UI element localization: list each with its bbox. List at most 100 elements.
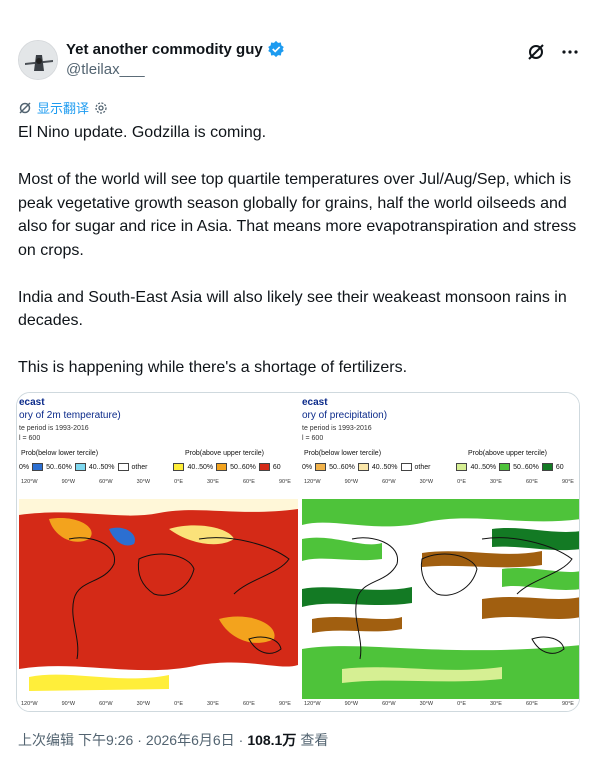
legend-label: 40..50% (88, 463, 115, 471)
lon-label: 30°W (136, 701, 151, 707)
legend-label: 50..60% (230, 463, 256, 471)
legend-label: other (414, 463, 431, 471)
lon-label: 90°W (344, 701, 359, 707)
precipitation-map (302, 499, 579, 699)
legend-swatch (216, 463, 228, 471)
legend-swatch (173, 463, 185, 471)
legend-swatch (541, 463, 553, 471)
legend-label: 40..50% (187, 463, 214, 471)
lon-label: 30°W (419, 479, 434, 485)
lon-label: 30°E (206, 701, 219, 707)
prob-above-label: Prob(above upper tercile) (185, 450, 264, 457)
settings-gear-icon[interactable] (94, 101, 108, 115)
legend-swatch (32, 463, 44, 471)
legend-swatch (357, 463, 369, 471)
grok-translate-icon (19, 101, 31, 114)
legend-label: 40..50% (371, 463, 398, 471)
grok-icon[interactable] (526, 42, 546, 62)
lon-label: 30°W (136, 479, 151, 485)
legend-swatch (456, 463, 468, 471)
lon-label: 60°W (99, 701, 113, 707)
post-time[interactable]: 下午9:26 (78, 730, 133, 750)
legend-swatch (499, 463, 511, 471)
prob-above-label: Prob(above upper tercile) (468, 450, 547, 457)
longitude-axis-top: 120°W 90°W 60°W 30°W 0°E 30°E 60°E 90°E (21, 479, 291, 485)
translate-row: 显示翻译 (18, 98, 108, 117)
longitude-axis-bottom: 120°W 90°W 60°W 30°W 0°E 30°E 60°E 90°E (21, 701, 291, 707)
precipitation-forecast-panel: ecast ory of precipitation) te period is… (300, 393, 579, 711)
tweet-paragraph: Most of the world will see top quartile … (18, 171, 577, 259)
temperature-map (19, 499, 298, 699)
tweet-header: Yet another commodity guy @tleilax___ (16, 38, 584, 82)
legend-label: other (131, 463, 148, 471)
lon-label: 60°E (525, 701, 538, 707)
view-count: 108.1万 (247, 732, 297, 748)
lon-label: 60°W (382, 701, 396, 707)
lon-label: 120°W (21, 701, 38, 707)
legend-swatch (117, 463, 129, 471)
legend-label: 60 (555, 463, 564, 471)
legend-label: 0% (302, 463, 313, 471)
panel-ensemble: l = 600 (302, 435, 324, 442)
panel-subtitle: ory of 2m temperature) (19, 410, 121, 421)
post-date[interactable]: 2026年6月6日 (146, 730, 235, 750)
prob-below-label: Prob(below lower tercile) (21, 450, 99, 457)
lon-label: 0°E (457, 701, 466, 707)
legend-label: 50..60% (329, 463, 355, 471)
legend-label: 40..50% (470, 463, 497, 471)
lon-label: 0°E (174, 479, 183, 485)
prob-below-label: Prob(below lower tercile) (304, 450, 382, 457)
tweet-meta: 上次编辑 下午9:26 · 2026年6月6日 · 108.1万 查看 (18, 730, 328, 750)
panel-reference-period: te period is 1993-2016 (302, 425, 372, 432)
display-name[interactable]: Yet another commodity guy (66, 41, 263, 58)
lon-label: 60°E (525, 479, 538, 485)
panel-ensemble: l = 600 (19, 435, 41, 442)
lon-label: 90°E (561, 479, 574, 485)
translate-link[interactable]: 显示翻译 (37, 98, 89, 117)
lon-label: 90°E (278, 479, 291, 485)
edited-label[interactable]: 上次编辑 (18, 730, 74, 750)
lon-label: 90°W (61, 701, 76, 707)
lon-label: 120°W (21, 479, 38, 485)
legend: 0% 50..60% 40..50% other 40..50% 50..60%… (19, 463, 281, 471)
tweet-media-image[interactable]: ecast ory of 2m temperature) te period i… (16, 392, 580, 712)
lon-label: 120°W (304, 701, 321, 707)
lon-label: 30°E (489, 701, 502, 707)
lon-label: 90°W (61, 479, 76, 485)
tweet-text: El Nino update. Godzilla is coming. Most… (18, 121, 588, 380)
panel-title: ecast (19, 397, 45, 408)
lon-label: 90°E (278, 701, 291, 707)
legend-label: 60 (272, 463, 281, 471)
views-label: 查看 (300, 732, 329, 748)
longitude-axis-top: 120°W 90°W 60°W 30°W 0°E 30°E 60°E 90°E (304, 479, 574, 485)
legend-label: 50..60% (46, 463, 72, 471)
lon-label: 60°W (382, 479, 396, 485)
temperature-forecast-panel: ecast ory of 2m temperature) te period i… (17, 393, 298, 711)
legend-label: 50..60% (513, 463, 539, 471)
lon-label: 60°E (242, 701, 255, 707)
lon-label: 0°E (457, 479, 466, 485)
separator: · (238, 732, 244, 748)
verified-badge-icon (267, 40, 284, 58)
panel-title: ecast (302, 397, 328, 408)
legend-swatch (400, 463, 412, 471)
lon-label: 90°W (344, 479, 359, 485)
avatar[interactable] (18, 40, 58, 80)
lon-label: 0°E (174, 701, 183, 707)
legend-label: 0% (19, 463, 30, 471)
lon-label: 90°E (561, 701, 574, 707)
lon-label: 30°E (489, 479, 502, 485)
lon-label: 120°W (304, 479, 321, 485)
handle[interactable]: @tleilax___ (66, 61, 285, 78)
panel-reference-period: te period is 1993-2016 (19, 425, 89, 432)
lon-label: 60°W (99, 479, 113, 485)
more-options-icon[interactable] (560, 42, 580, 62)
legend-swatch (258, 463, 270, 471)
legend-swatch (315, 463, 327, 471)
panel-subtitle: ory of precipitation) (302, 410, 388, 421)
longitude-axis-bottom: 120°W 90°W 60°W 30°W 0°E 30°E 60°E 90°E (304, 701, 574, 707)
tweet-paragraph: This is happening while there's a shorta… (18, 359, 408, 376)
tweet-paragraph: El Nino update. Godzilla is coming. (18, 124, 267, 141)
lon-label: 60°E (242, 479, 255, 485)
tweet-paragraph: India and South-East Asia will also like… (18, 288, 567, 330)
